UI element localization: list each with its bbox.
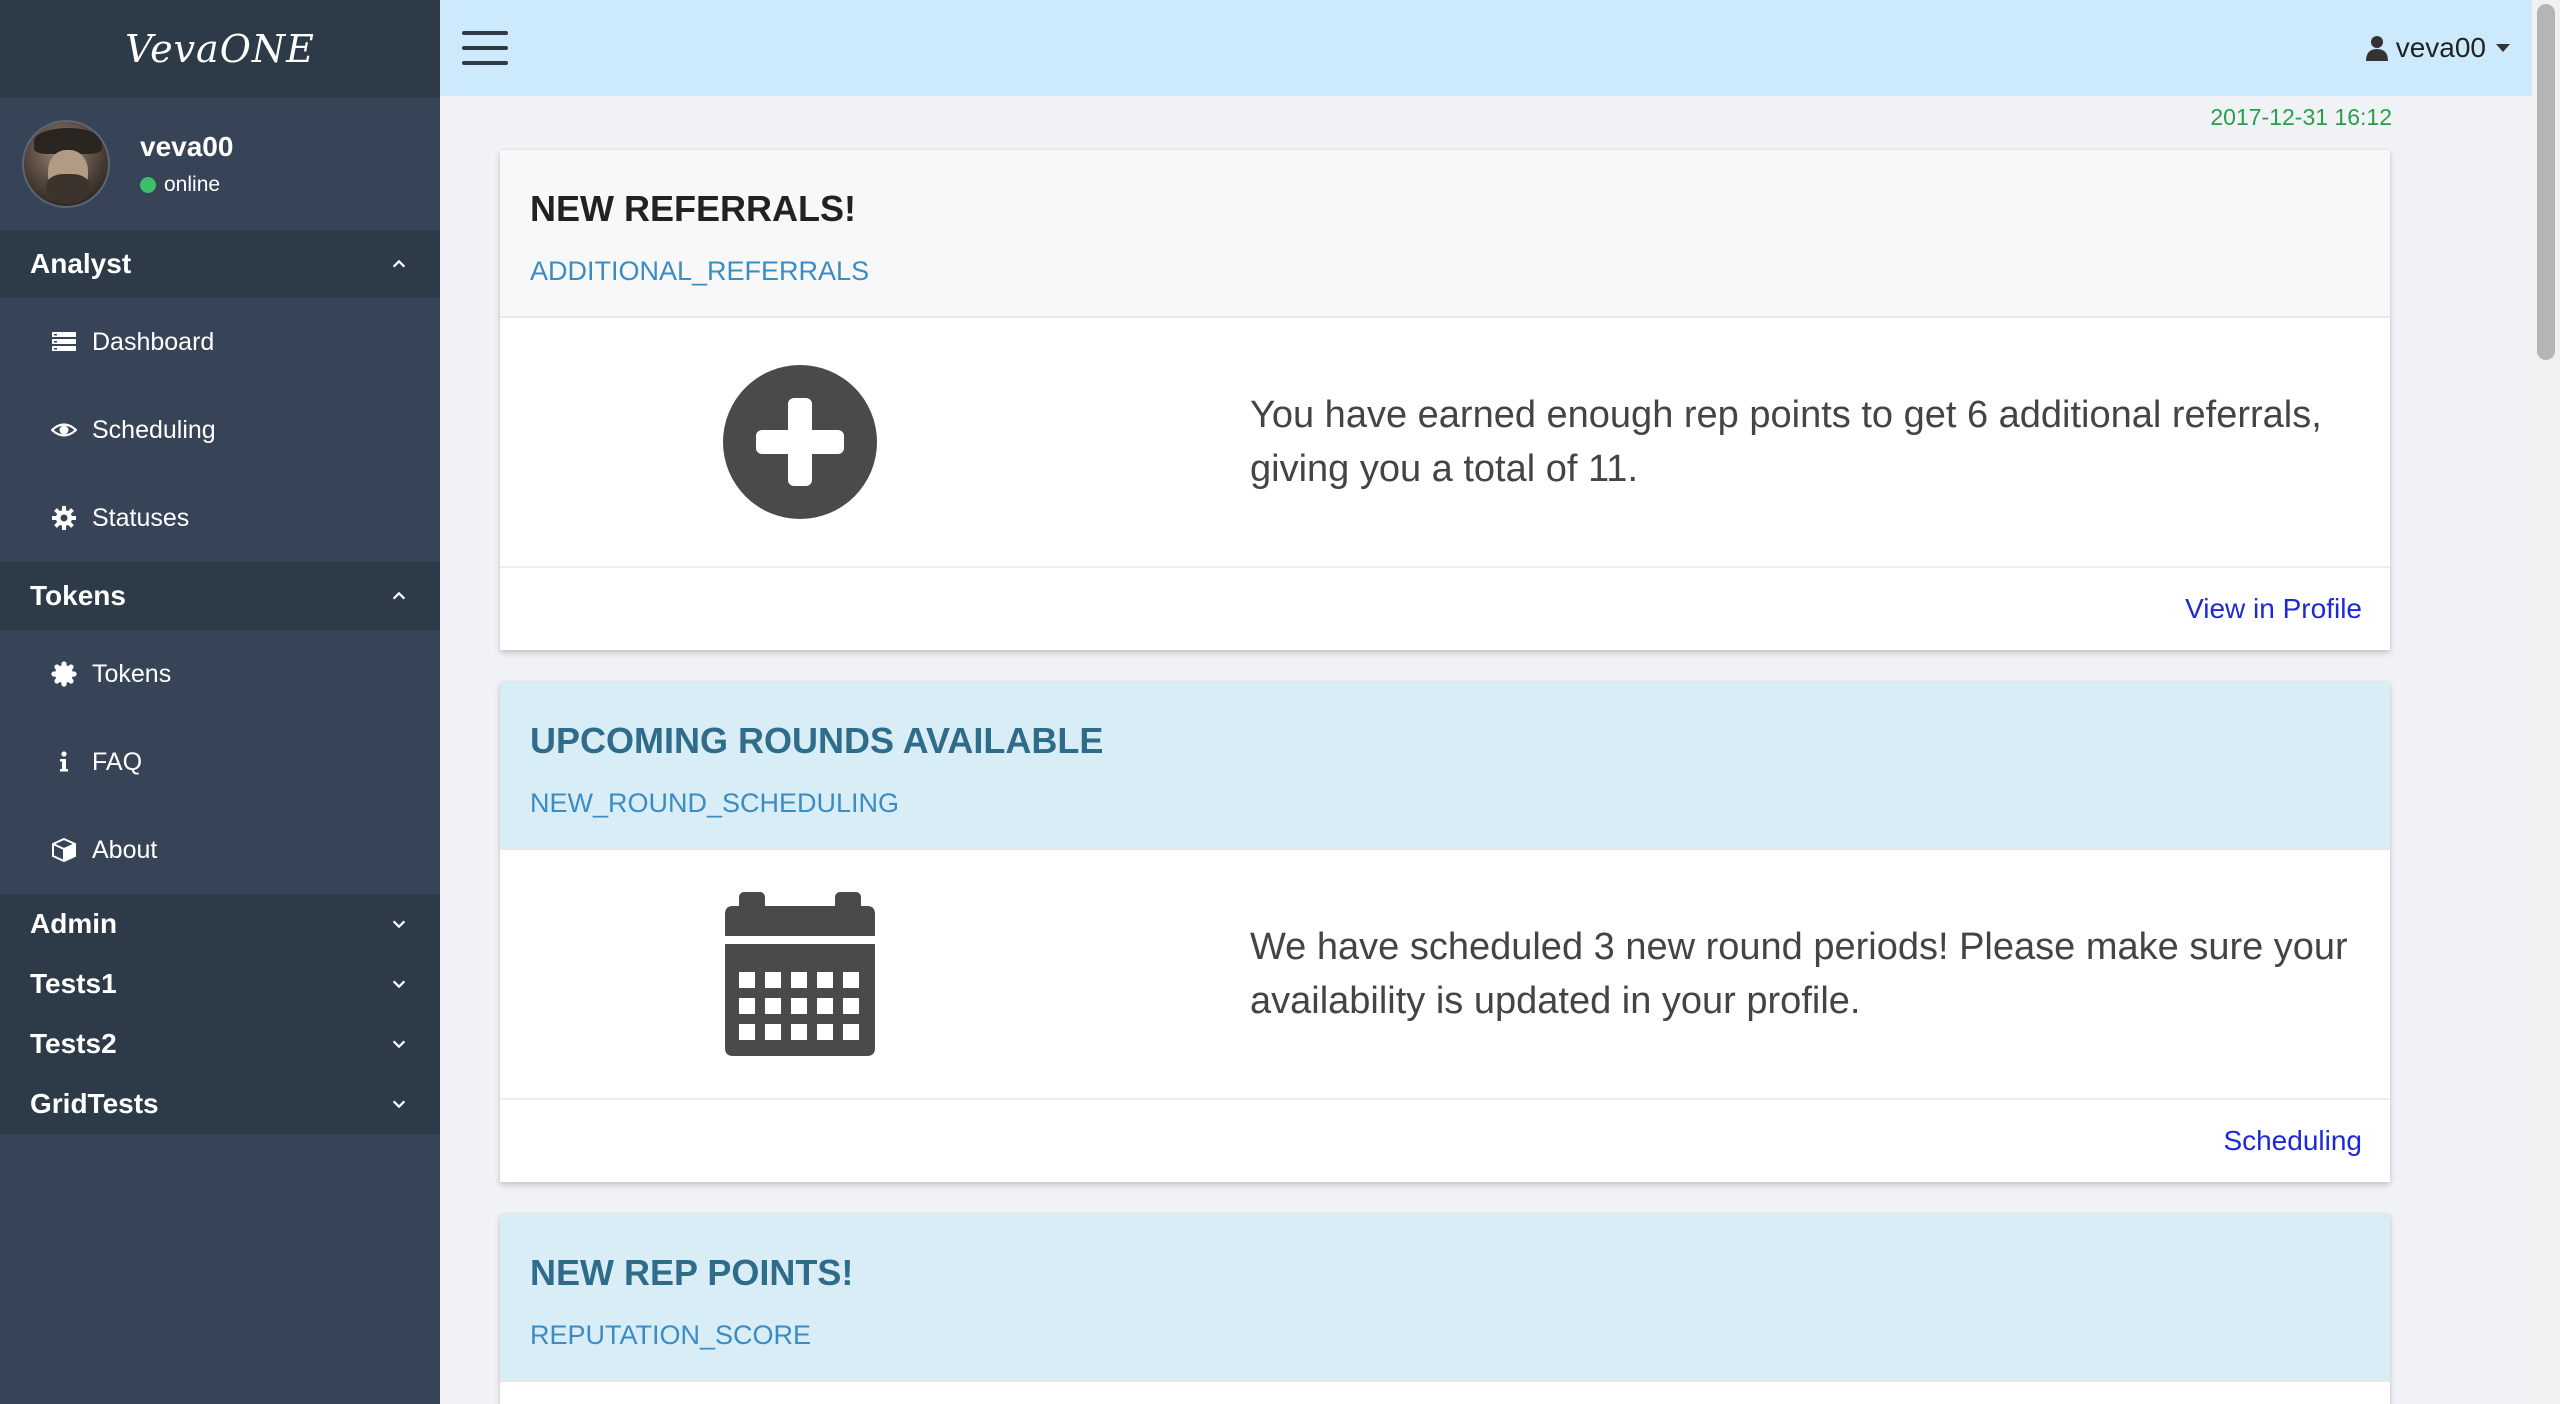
- sidebar-section-admin[interactable]: Admin: [0, 894, 440, 954]
- page-scrollbar[interactable]: [2532, 0, 2560, 1404]
- avatar: [22, 120, 110, 208]
- sidebar-section-label: Tokens: [30, 580, 126, 611]
- sidebar-item-label: FAQ: [92, 747, 143, 776]
- sidebar-section-tests2[interactable]: Tests2: [0, 1014, 440, 1074]
- brand-logo[interactable]: VevaONE: [0, 0, 440, 98]
- sidebar-item-label: About: [92, 835, 158, 864]
- sidebar-item-faq[interactable]: FAQ: [0, 718, 440, 806]
- chevron-down-icon: [388, 1093, 410, 1115]
- card-body: You have earned enough rep points to get…: [500, 318, 2390, 568]
- main-content: 2017-12-31 16:12 NEW REFERRALS! ADDITION…: [440, 96, 2532, 1404]
- user-name: veva00: [140, 131, 234, 162]
- dashboard-icon: [50, 328, 78, 356]
- plus-circle-icon: [723, 365, 877, 519]
- card-header: NEW REP POINTS! REPUTATION_SCORE: [500, 1214, 2390, 1382]
- sidebar-item-label: Tokens: [92, 659, 172, 688]
- card-icon-wrap: [500, 364, 1100, 520]
- user-menu-dropdown[interactable]: veva00: [2365, 32, 2510, 64]
- sidebar-item-about[interactable]: About: [0, 806, 440, 894]
- eye-icon: [50, 416, 78, 444]
- notification-card-rep-points: NEW REP POINTS! REPUTATION_SCORE: [500, 1214, 2390, 1404]
- sidebar-item-label: Scheduling: [92, 415, 216, 444]
- sidebar-item-tokens[interactable]: Tokens: [0, 630, 440, 718]
- card-code: ADDITIONAL_REFERRALS: [530, 256, 870, 286]
- gear-icon: [50, 504, 78, 532]
- chevron-up-icon: [388, 253, 410, 275]
- card-footer: Scheduling: [500, 1100, 2390, 1182]
- sidebar-item-label: Statuses: [92, 503, 190, 532]
- badge-icon: [50, 660, 78, 688]
- app-root: VevaONE veva00 online Analyst Dashboard …: [0, 0, 2560, 1404]
- user-status: online: [140, 173, 233, 197]
- sidebar-section-label: Admin: [30, 908, 118, 939]
- card-title: UPCOMING ROUNDS AVAILABLE: [530, 720, 1104, 761]
- card-message: We have scheduled 3 new round periods! P…: [1250, 926, 2348, 1022]
- sidebar-item-scheduling[interactable]: Scheduling: [0, 386, 440, 474]
- card-body: We have scheduled 3 new round periods! P…: [500, 850, 2390, 1100]
- notification-card-rounds: UPCOMING ROUNDS AVAILABLE NEW_ROUND_SCHE…: [500, 682, 2390, 1182]
- card-message: You have earned enough rep points to get…: [1250, 394, 2322, 490]
- caret-down-icon: [2496, 44, 2510, 52]
- card-title: NEW REP POINTS!: [530, 1252, 854, 1293]
- card-header: NEW REFERRALS! ADDITIONAL_REFERRALS: [500, 150, 2390, 318]
- card-code: NEW_ROUND_SCHEDULING: [530, 788, 900, 818]
- sidebar-section-tokens[interactable]: Tokens: [0, 562, 440, 630]
- user-icon: [2365, 36, 2388, 61]
- info-icon: [50, 748, 78, 776]
- card-title: NEW REFERRALS!: [530, 188, 856, 229]
- card-icon-wrap: [500, 892, 1100, 1056]
- sidebar-section-label: Analyst: [30, 248, 132, 279]
- calendar-icon: [725, 892, 875, 1056]
- user-panel: veva00 online: [0, 98, 440, 230]
- sidebar-item-statuses[interactable]: Statuses: [0, 474, 440, 562]
- chevron-down-icon: [388, 973, 410, 995]
- sidebar-section-gridtests[interactable]: GridTests: [0, 1074, 440, 1134]
- online-status-icon: [140, 177, 156, 193]
- scheduling-link[interactable]: Scheduling: [2223, 1125, 2362, 1157]
- sidebar-item-dashboard[interactable]: Dashboard: [0, 298, 440, 386]
- sidebar-section-label: Tests1: [30, 968, 117, 999]
- sidebar-section-tests1[interactable]: Tests1: [0, 954, 440, 1014]
- top-navbar: veva00: [440, 0, 2532, 96]
- card-footer: View in Profile: [500, 568, 2390, 650]
- sidebar: VevaONE veva00 online Analyst Dashboard …: [0, 0, 440, 1404]
- chevron-up-icon: [388, 585, 410, 607]
- notification-card-referrals: NEW REFERRALS! ADDITIONAL_REFERRALS You …: [500, 150, 2390, 650]
- menu-toggle-icon[interactable]: [462, 31, 508, 65]
- user-menu-label: veva00: [2395, 32, 2486, 63]
- user-info: veva00 online: [140, 131, 233, 197]
- chevron-down-icon: [388, 913, 410, 935]
- sidebar-section-analyst[interactable]: Analyst: [0, 230, 440, 298]
- chevron-down-icon: [388, 1033, 410, 1055]
- sidebar-section-label: GridTests: [30, 1088, 159, 1119]
- scrollbar-thumb[interactable]: [2537, 4, 2555, 360]
- card-code: REPUTATION_SCORE: [530, 1320, 812, 1350]
- card-header: UPCOMING ROUNDS AVAILABLE NEW_ROUND_SCHE…: [500, 682, 2390, 850]
- view-in-profile-link[interactable]: View in Profile: [2185, 593, 2362, 625]
- sidebar-section-label: Tests2: [30, 1028, 117, 1059]
- user-status-label: online: [164, 173, 221, 196]
- sidebar-item-label: Dashboard: [92, 327, 215, 356]
- current-timestamp: 2017-12-31 16:12: [2210, 104, 2392, 130]
- cube-icon: [50, 836, 78, 864]
